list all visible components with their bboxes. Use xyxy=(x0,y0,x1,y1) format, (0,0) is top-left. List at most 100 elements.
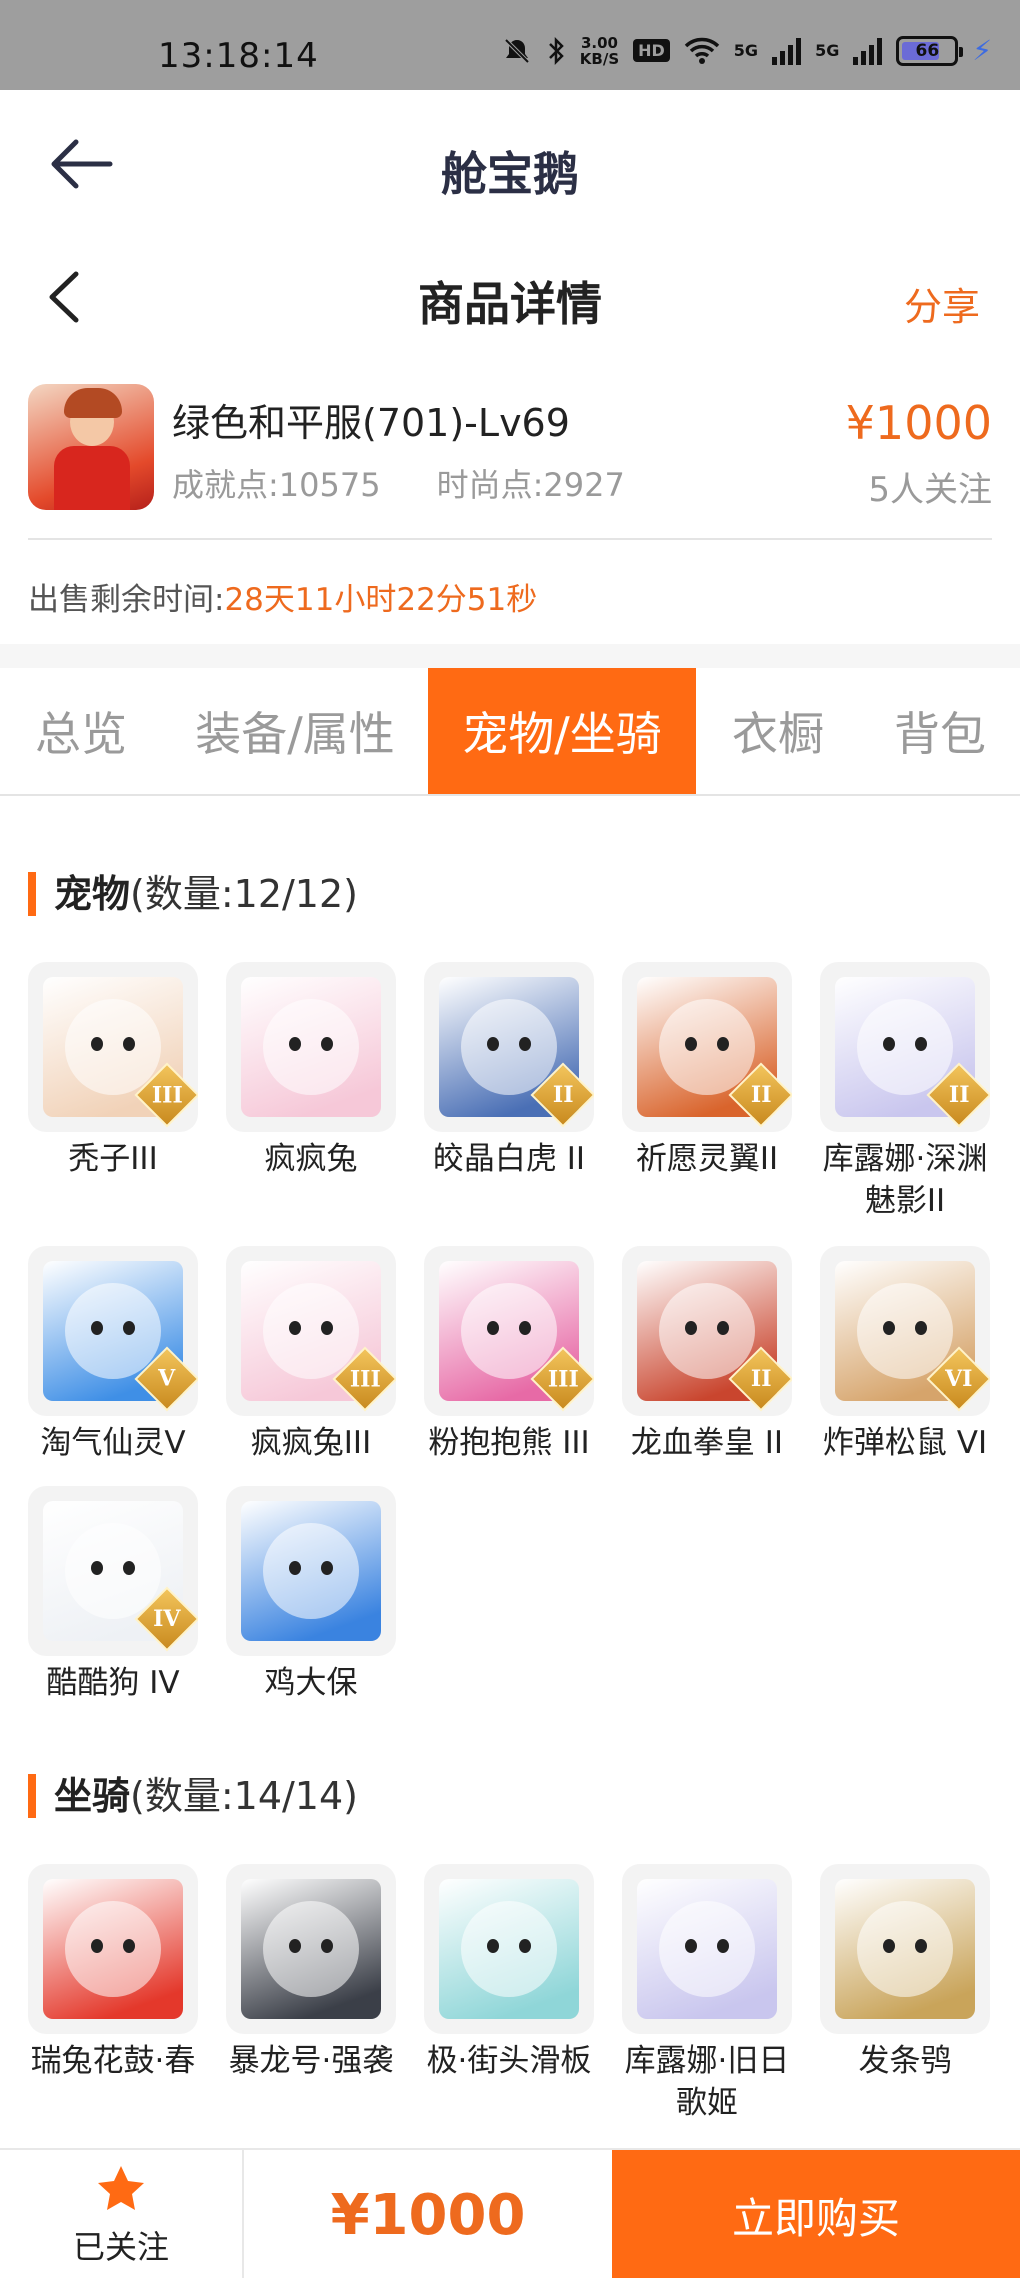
item-thumbnail xyxy=(424,1864,594,2034)
product-name: 绿色和平服(701)-Lv69 xyxy=(172,401,570,445)
tab-backpack[interactable]: 背包 xyxy=(860,668,1020,794)
share-button[interactable]: 分享 xyxy=(904,276,980,331)
item-thumbnail: VI xyxy=(820,1246,990,1416)
item-thumbnail: IV xyxy=(28,1486,198,1656)
bluetooth-icon xyxy=(548,36,564,65)
drum-icon xyxy=(43,1879,183,2019)
wifi-icon xyxy=(684,37,720,64)
app-bar: 舱宝鹅 xyxy=(0,90,1020,238)
status-bar: 13:18:14 3.00 KB/S HD 5G 5G 66 ⚡ xyxy=(0,0,1020,90)
product-stats: 成就点:10575 时尚点:2927 xyxy=(172,460,625,506)
charging-icon: ⚡ xyxy=(972,34,992,67)
item-name: 祈愿灵翼II xyxy=(635,1141,779,1177)
buy-now-button[interactable]: 立即购买 xyxy=(612,2150,1020,2278)
pet-item[interactable]: V 淘气仙灵V xyxy=(28,1246,198,1464)
pet-item[interactable]: III 粉抱抱熊 III xyxy=(424,1246,594,1464)
item-thumbnail: II xyxy=(622,1246,792,1416)
battery-icon: 66 xyxy=(896,35,964,66)
star-icon xyxy=(98,2166,144,2210)
pet-item[interactable]: III 疯疯兔III xyxy=(226,1246,396,1464)
bottom-action-bar: 已关注 ¥1000 立即购买 xyxy=(0,2148,1020,2278)
pet-item[interactable]: III 秃子III xyxy=(28,962,198,1180)
item-thumbnail: II xyxy=(424,962,594,1132)
pet-item[interactable]: II 龙血拳皇 II xyxy=(622,1246,792,1464)
divider xyxy=(0,644,1020,668)
sale-remaining-time: 出售剩余时间:28天11小时22分51秒 xyxy=(28,582,538,618)
pet-item[interactable]: 鸡大保 xyxy=(226,1486,396,1704)
item-name: 疯疯兔 xyxy=(264,1141,358,1177)
item-name: 疯疯兔III xyxy=(250,1425,372,1461)
pet-item[interactable]: 疯疯兔 xyxy=(226,962,396,1180)
item-name: 粉抱抱熊 III xyxy=(428,1425,590,1461)
item-name: 发条鸮 xyxy=(858,2043,952,2079)
mount-grid: 瑞兔花鼓·春 暴龙号·强袭 极·街头滑板 库露娜·旧日歌姬 发条鸮 xyxy=(28,1864,992,2144)
product-summary: 绿色和平服(701)-Lv69 成就点:10575 时尚点:2927 ¥1000 … xyxy=(28,384,992,514)
app-title: 舱宝鹅 xyxy=(441,147,579,201)
item-name: 极·街头滑板 xyxy=(426,2043,592,2079)
network-speed: 3.00 KB/S xyxy=(579,33,620,68)
achievement-points: 成就点:10575 xyxy=(172,466,381,504)
pet-item[interactable]: II 皎晶白虎 II xyxy=(424,962,594,1180)
item-thumbnail xyxy=(820,1864,990,2034)
item-name: 秃子III xyxy=(68,1141,158,1177)
item-thumbnail: II xyxy=(622,962,792,1132)
pets-section-title: 宠物(数量:12/12) xyxy=(28,872,358,916)
item-name: 淘气仙灵V xyxy=(40,1425,186,1461)
pink-rabbit-icon xyxy=(241,977,381,1117)
item-thumbnail: III xyxy=(226,1246,396,1416)
mount-item[interactable]: 发条鸮 xyxy=(820,1864,990,2082)
item-name: 暴龙号·强袭 xyxy=(228,2043,394,2079)
mount-item[interactable]: 库露娜·旧日歌姬 xyxy=(622,1864,792,2124)
character-avatar xyxy=(28,384,154,510)
item-thumbnail xyxy=(226,962,396,1132)
blue-chicken-icon xyxy=(241,1501,381,1641)
mounts-section-title: 坐骑(数量:14/14) xyxy=(28,1774,358,1818)
skateboard-icon xyxy=(439,1879,579,2019)
detail-header: 商品详情 分享 xyxy=(0,238,1020,356)
item-name: 酷酷狗 IV xyxy=(46,1665,180,1701)
item-name: 库露娜·旧日歌姬 xyxy=(624,2043,790,2121)
hd-badge: HD xyxy=(633,39,670,62)
item-thumbnail: III xyxy=(28,962,198,1132)
signal-icon xyxy=(772,37,802,65)
pet-item[interactable]: IV 酷酷狗 IV xyxy=(28,1486,198,1704)
tab-overview[interactable]: 总览 xyxy=(0,668,162,794)
mount-item[interactable]: 瑞兔花鼓·春 xyxy=(28,1864,198,2082)
pet-item[interactable]: II 祈愿灵翼II xyxy=(622,962,792,1180)
item-thumbnail xyxy=(226,1486,396,1656)
signal-label-2: 5G xyxy=(815,41,840,60)
follower-count: 5人关注 xyxy=(868,470,992,510)
item-thumbnail: II xyxy=(820,962,990,1132)
item-name: 瑞兔花鼓·春 xyxy=(30,2043,196,2079)
owl-icon xyxy=(835,1879,975,2019)
tab-equipment[interactable]: 装备/属性 xyxy=(162,668,428,794)
follow-label: 已关注 xyxy=(72,2228,169,2266)
kuluna-icon xyxy=(637,1879,777,2019)
pet-item[interactable]: VI 炸弹松鼠 VI xyxy=(820,1246,990,1464)
signal-label-1: 5G xyxy=(733,41,759,60)
page-title: 商品详情 xyxy=(418,277,602,331)
fashion-points: 时尚点:2927 xyxy=(436,466,625,504)
item-thumbnail xyxy=(226,1864,396,2034)
pet-item[interactable]: II 库露娜·深渊魅影II xyxy=(820,962,990,1222)
status-time: 13:18:14 xyxy=(158,36,319,76)
item-thumbnail: V xyxy=(28,1246,198,1416)
divider xyxy=(28,538,992,540)
item-name: 鸡大保 xyxy=(264,1665,358,1701)
mute-icon xyxy=(504,38,530,63)
bottom-price: ¥1000 xyxy=(330,2182,526,2248)
item-name: 皎晶白虎 II xyxy=(432,1141,586,1177)
pet-grid: III 秃子III 疯疯兔 II 皎晶白虎 II II 祈愿灵翼II II 库露娜·深渊魅影II… xyxy=(28,962,992,1702)
status-icons: 3.00 KB/S HD 5G 5G 66 ⚡ xyxy=(502,34,992,67)
mount-item[interactable]: 极·街头滑板 xyxy=(424,1864,594,2082)
tab-pets-mounts[interactable]: 宠物/坐骑 xyxy=(428,668,696,794)
mecha-dragon-icon xyxy=(241,1879,381,2019)
item-thumbnail xyxy=(28,1864,198,2034)
follow-button[interactable]: 已关注 xyxy=(0,2150,244,2278)
item-name: 库露娜·深渊魅影II xyxy=(822,1141,988,1219)
mount-item[interactable]: 暴龙号·强袭 xyxy=(226,1864,396,2082)
tab-bar: 总览 装备/属性 宠物/坐骑 衣橱 背包 xyxy=(0,668,1020,796)
item-thumbnail: III xyxy=(424,1246,594,1416)
item-thumbnail xyxy=(622,1864,792,2034)
tab-wardrobe[interactable]: 衣橱 xyxy=(696,668,860,794)
